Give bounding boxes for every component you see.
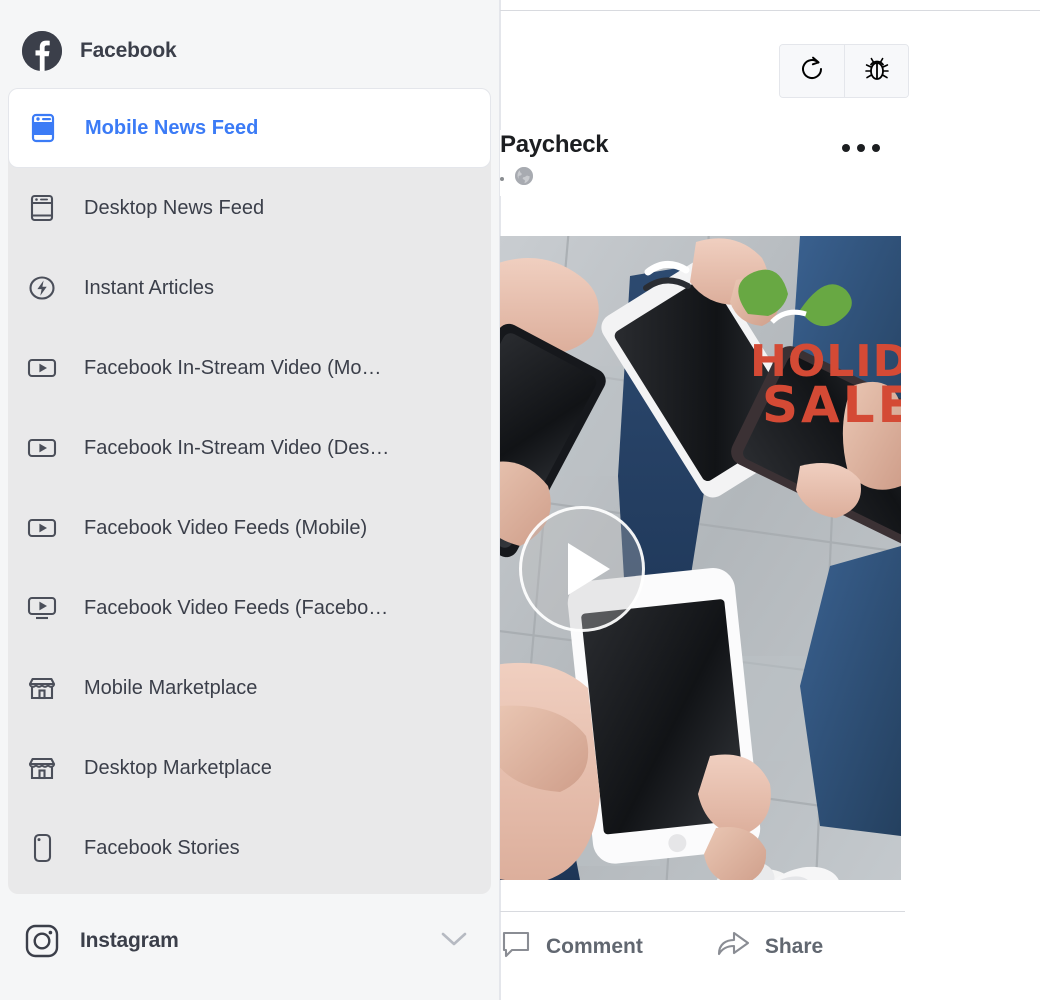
platform-header-instagram[interactable]: Instagram xyxy=(0,900,499,982)
marketplace-icon xyxy=(22,748,62,788)
comment-icon xyxy=(500,928,532,965)
sidebar-item-mobile-news-feed[interactable]: Mobile News Feed xyxy=(8,88,491,168)
menu-dot xyxy=(842,144,850,152)
sidebar-item-label: Desktop News Feed xyxy=(84,196,265,219)
sidebar-item-label: Mobile Marketplace xyxy=(84,676,258,699)
sidebar-item-label: Facebook In-Stream Video (Des… xyxy=(84,436,390,459)
sidebar-item-fb-in-stream-video-desktop[interactable]: Facebook In-Stream Video (Des… xyxy=(8,408,491,488)
preview-toolbar xyxy=(779,44,909,98)
stories-icon xyxy=(22,828,62,868)
ad-preview-pane: Paycheck HOLID SALE Comment Share xyxy=(500,0,1048,1000)
sidebar-item-facebook-stories[interactable]: Facebook Stories xyxy=(8,808,491,888)
sidebar-item-desktop-marketplace[interactable]: Desktop Marketplace xyxy=(8,728,491,808)
sidebar-item-label: Facebook Video Feeds (Mobile) xyxy=(84,516,368,539)
menu-dot xyxy=(872,144,880,152)
platform-header-facebook: Facebook xyxy=(0,0,499,80)
menu-dot xyxy=(857,144,865,152)
placements-list: Mobile News Feed Desktop News Feed Insta… xyxy=(8,88,491,894)
refresh-button[interactable] xyxy=(780,45,844,97)
facebook-logo-icon xyxy=(22,31,62,71)
video-icon xyxy=(22,348,62,388)
video-icon xyxy=(22,508,62,548)
placements-sidebar: Facebook Mobile News Feed Desktop News F… xyxy=(0,0,500,1000)
more-options-icon[interactable] xyxy=(842,144,880,152)
page-name: Paycheck xyxy=(500,131,609,158)
chevron-down-icon[interactable] xyxy=(437,922,471,961)
post-preview: Paycheck xyxy=(500,130,902,196)
sidebar-item-label: Facebook Video Feeds (Facebo… xyxy=(84,596,389,619)
video-desktop-icon xyxy=(22,588,62,628)
debug-button[interactable] xyxy=(844,45,908,97)
platform-name-label: Facebook xyxy=(80,39,177,62)
instant-articles-icon xyxy=(22,268,62,308)
globe-icon xyxy=(513,165,535,192)
post-header: Paycheck xyxy=(500,130,902,196)
sidebar-item-label: Mobile News Feed xyxy=(85,116,259,139)
sidebar-item-mobile-marketplace[interactable]: Mobile Marketplace xyxy=(8,648,491,728)
marketplace-icon xyxy=(22,668,62,708)
post-meta xyxy=(500,165,608,192)
pane-top-divider xyxy=(500,10,1040,11)
play-button[interactable] xyxy=(519,506,645,632)
svg-text:SALE: SALE xyxy=(762,376,901,434)
comment-label: Comment xyxy=(546,934,643,958)
sidebar-item-label: Facebook In-Stream Video (Mo… xyxy=(84,356,382,379)
app-root: Facebook Mobile News Feed Desktop News F… xyxy=(0,0,1048,1000)
bug-icon xyxy=(862,54,892,89)
sidebar-item-label: Desktop Marketplace xyxy=(84,756,272,779)
video-icon xyxy=(22,428,62,468)
sidebar-item-desktop-news-feed[interactable]: Desktop News Feed xyxy=(8,168,491,248)
desktop-news-feed-icon xyxy=(22,188,62,228)
refresh-icon xyxy=(797,54,827,89)
sidebar-item-instant-articles[interactable]: Instant Articles xyxy=(8,248,491,328)
share-icon xyxy=(715,928,751,965)
share-button[interactable]: Share xyxy=(715,928,823,965)
sidebar-item-label: Instant Articles xyxy=(84,276,215,299)
play-icon xyxy=(568,543,610,595)
sidebar-item-fb-video-feeds-mobile[interactable]: Facebook Video Feeds (Mobile) xyxy=(8,488,491,568)
share-label: Share xyxy=(764,934,824,958)
sidebar-item-fb-in-stream-video-mobile[interactable]: Facebook In-Stream Video (Mo… xyxy=(8,328,491,408)
instagram-icon xyxy=(22,921,62,961)
sidebar-item-fb-video-feeds-facebook[interactable]: Facebook Video Feeds (Facebo… xyxy=(8,568,491,648)
mobile-news-feed-icon xyxy=(23,108,63,148)
post-actions: Comment Share xyxy=(500,928,895,965)
platform-name-label: Instagram xyxy=(80,929,179,952)
comment-button[interactable]: Comment xyxy=(500,928,643,965)
meta-separator-dot xyxy=(500,176,504,181)
actions-divider xyxy=(500,911,905,912)
sidebar-item-label: Facebook Stories xyxy=(84,836,240,859)
